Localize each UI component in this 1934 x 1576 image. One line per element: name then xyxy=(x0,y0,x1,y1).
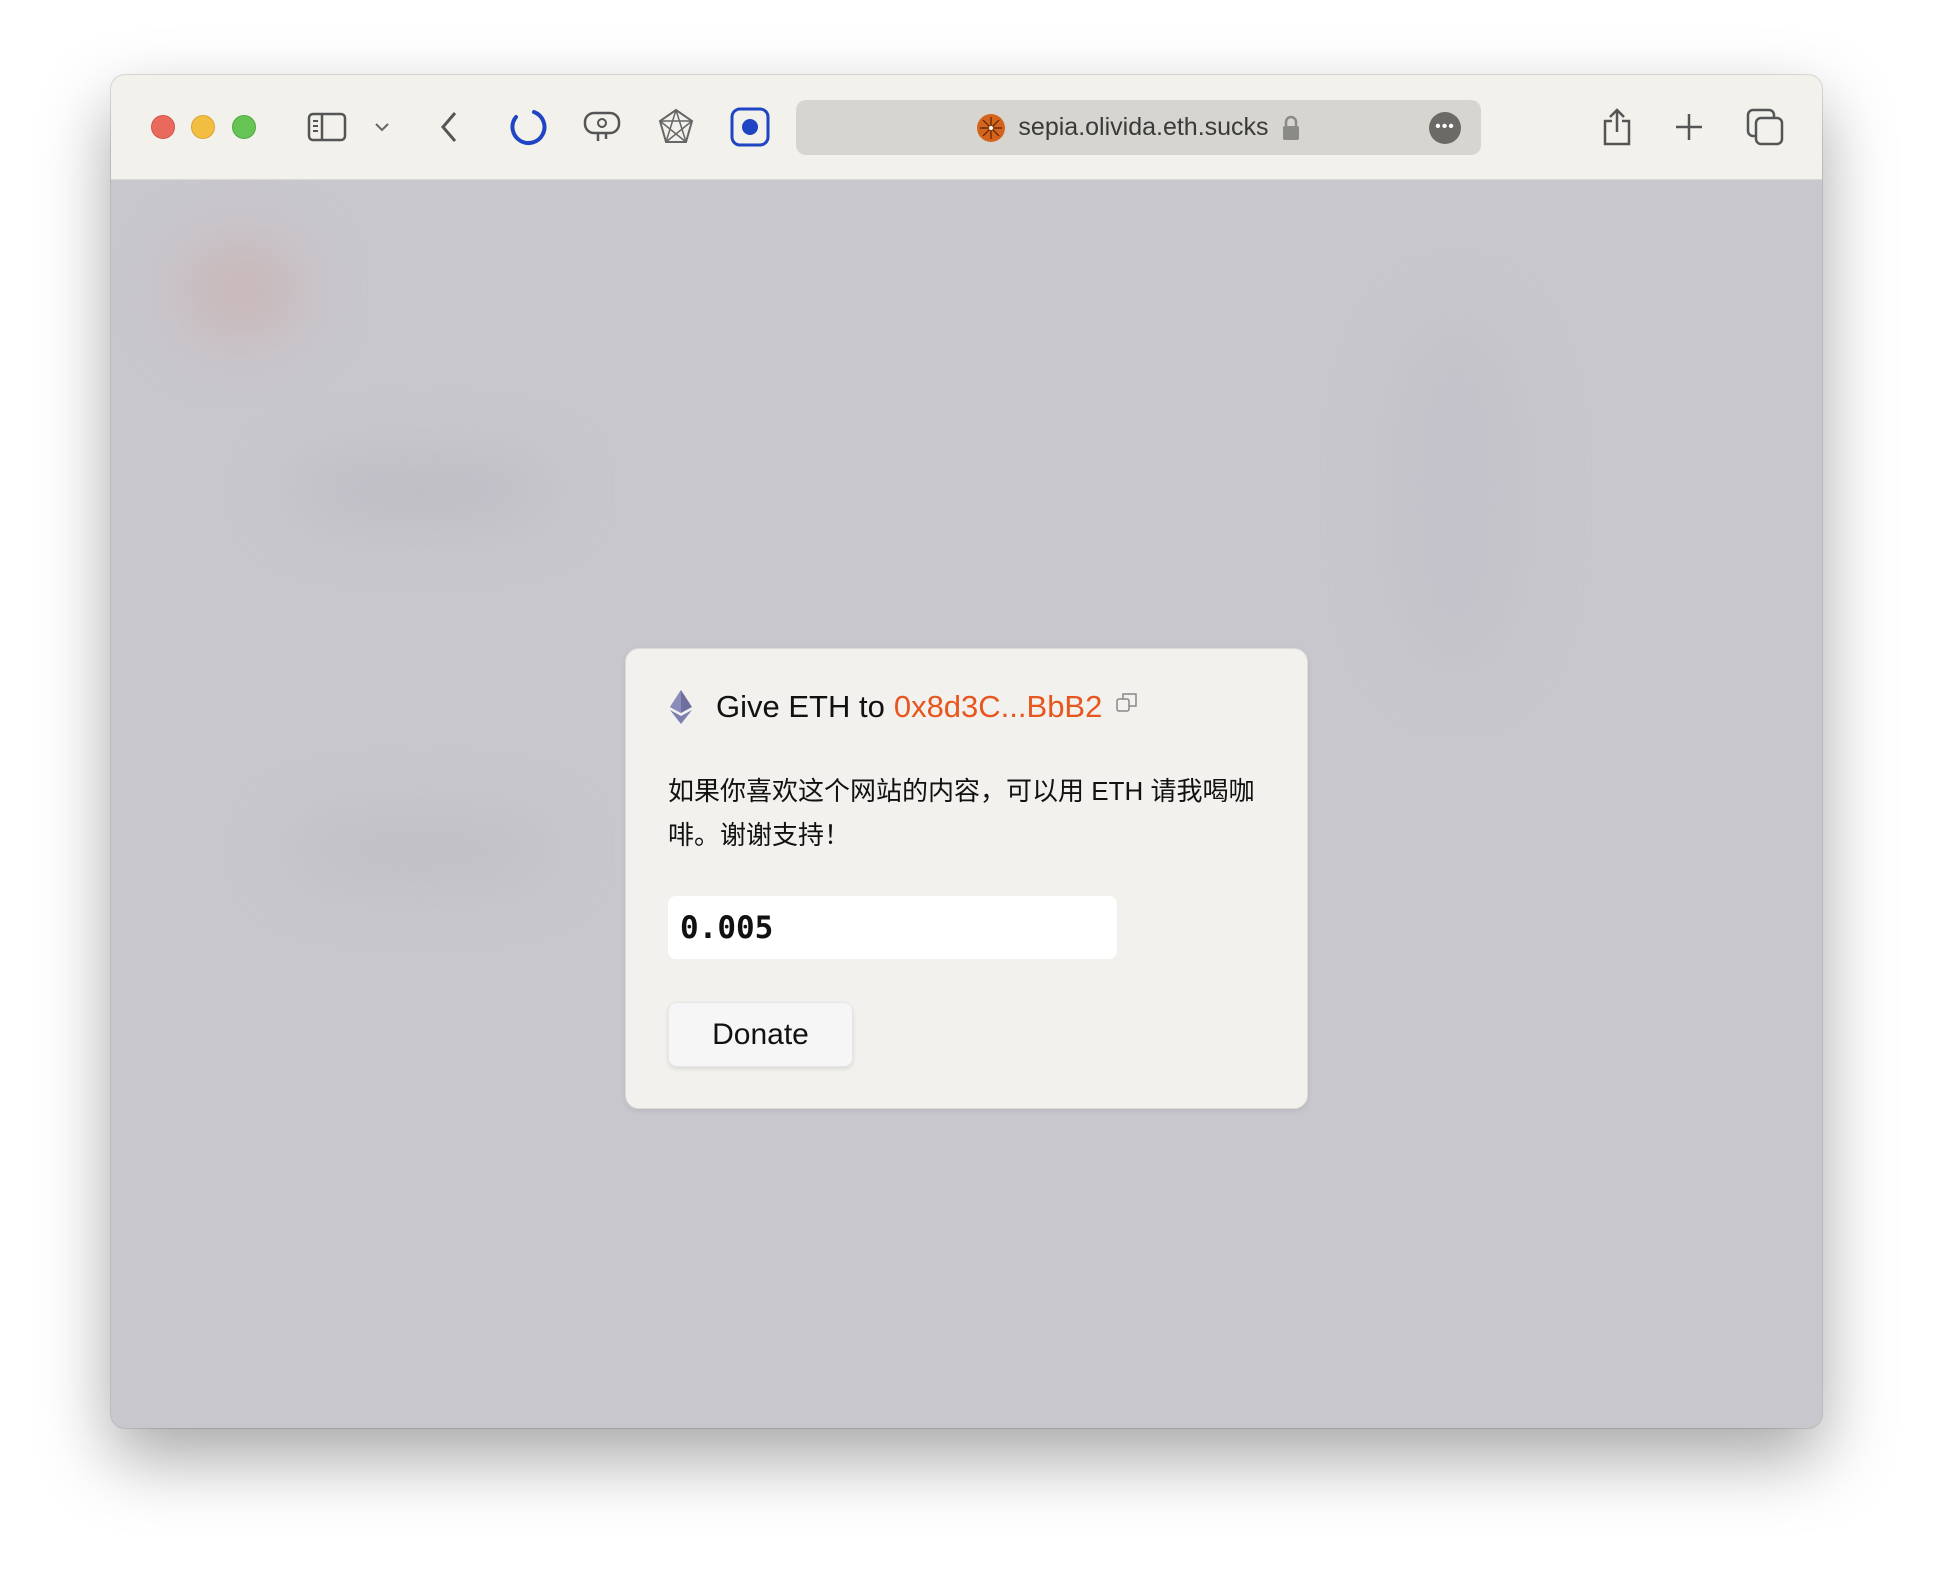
close-window-button[interactable] xyxy=(151,115,175,139)
blurred-block xyxy=(291,460,551,520)
amount-input[interactable] xyxy=(668,896,1117,959)
chevron-down-icon[interactable] xyxy=(360,105,404,149)
browser-window: sepia.olivida.eth.sucks ••• Give ETH to … xyxy=(111,75,1822,1428)
ethereum-icon xyxy=(670,690,692,724)
address-bar[interactable]: sepia.olivida.eth.sucks ••• xyxy=(796,100,1481,155)
network-icon[interactable] xyxy=(654,105,698,149)
donate-button[interactable]: Donate xyxy=(668,1002,853,1067)
new-tab-icon[interactable] xyxy=(1667,105,1711,149)
more-icon[interactable]: ••• xyxy=(1429,112,1461,144)
page-content-blurred: Give ETH to 0x8d3C...BbB2 如果你喜欢这个网站的内容，可… xyxy=(111,180,1822,1428)
copy-icon[interactable] xyxy=(1116,692,1138,714)
extension-icon[interactable] xyxy=(580,105,624,149)
blurred-block xyxy=(291,820,551,880)
browser-toolbar: sepia.olivida.eth.sucks ••• xyxy=(111,75,1822,180)
donate-dialog: Give ETH to 0x8d3C...BbB2 如果你喜欢这个网站的内容，可… xyxy=(625,648,1308,1109)
loading-spinner-icon xyxy=(506,105,550,149)
tabs-overview-icon[interactable] xyxy=(1743,105,1787,149)
share-icon[interactable] xyxy=(1595,105,1639,149)
dialog-description: 如果你喜欢这个网站的内容，可以用 ETH 请我喝咖啡。谢谢支持！ xyxy=(668,776,1255,850)
recipient-address[interactable]: 0x8d3C...BbB2 xyxy=(894,689,1103,725)
dialog-title: Give ETH to 0x8d3C...BbB2 xyxy=(668,689,1138,725)
sidebar-icon[interactable] xyxy=(305,105,349,149)
back-icon[interactable] xyxy=(427,105,471,149)
favicon xyxy=(977,113,1006,142)
blurred-block xyxy=(1391,320,1521,670)
minimize-window-button[interactable] xyxy=(191,115,215,139)
record-icon[interactable] xyxy=(728,105,772,149)
title-prefix: Give ETH to xyxy=(716,689,885,724)
zoom-window-button[interactable] xyxy=(232,115,256,139)
url-text: sepia.olivida.eth.sucks xyxy=(1018,113,1269,141)
lock-icon xyxy=(1282,115,1299,140)
blurred-logo xyxy=(181,240,301,340)
